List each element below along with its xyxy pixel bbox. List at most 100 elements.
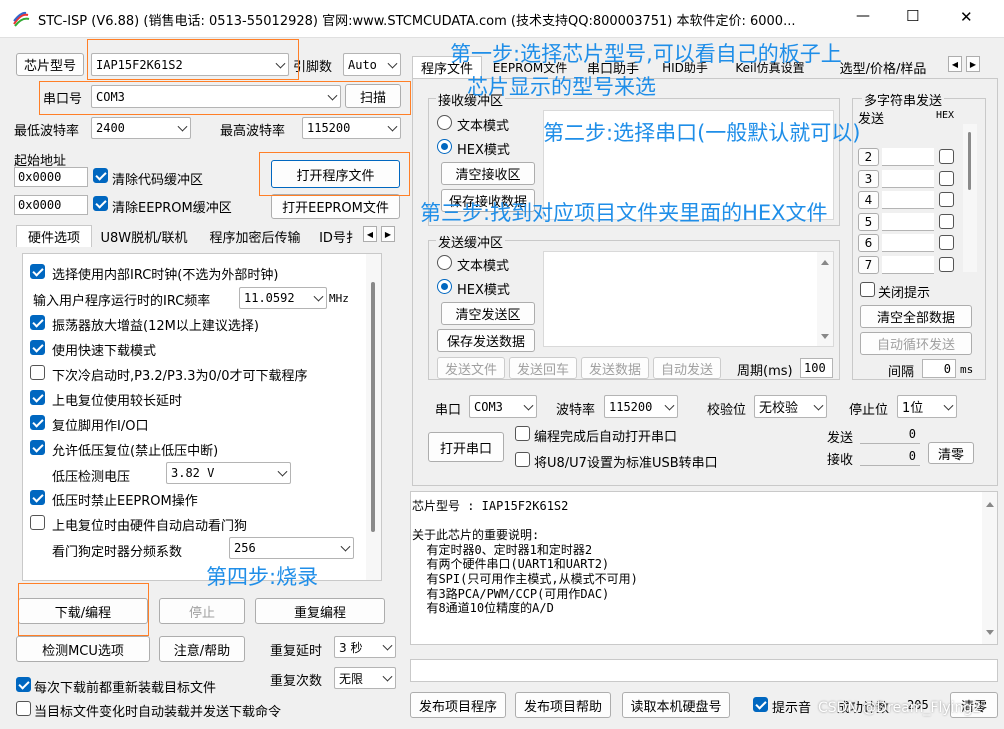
send-file-button[interactable]: 发送文件 [437, 357, 505, 379]
eeprom-address-input[interactable]: 0x0000 [14, 195, 88, 215]
recv-text-mode-label: 文本模式 [457, 119, 510, 134]
options-scrollbar[interactable] [366, 254, 381, 580]
recv-count-value: 0 [860, 447, 920, 466]
tip-sound-checkbox[interactable] [753, 697, 768, 712]
send-text-mode-radio[interactable] [437, 255, 452, 270]
multi-send-row-button[interactable]: 3 [858, 169, 879, 188]
tab-hardware-options[interactable]: 硬件选项 [16, 225, 92, 247]
serial-port-select[interactable]: COM3 [469, 395, 537, 418]
repeat-delay-label: 重复延时 [270, 644, 323, 659]
reset-io-checkbox[interactable] [30, 415, 45, 430]
repeat-count-select[interactable]: 无限 [334, 667, 396, 689]
recv-hex-mode-radio[interactable] [437, 139, 452, 154]
read-disk-id-button[interactable]: 读取本机硬盘号 [622, 692, 730, 718]
publish-help-button[interactable]: 发布项目帮助 [515, 692, 611, 718]
multi-send-hex-checkbox[interactable] [939, 192, 954, 207]
info-scrollbar[interactable] [982, 492, 997, 644]
maximize-button[interactable]: ☐ [906, 7, 919, 25]
minimize-button[interactable]: — [856, 8, 870, 24]
detect-mcu-button[interactable]: 检测MCU选项 [16, 636, 150, 662]
clear-receive-button[interactable]: 清空接收区 [441, 162, 535, 185]
chip-type-label-button[interactable]: 芯片型号 [16, 53, 84, 76]
code-address-input[interactable]: 0x0000 [14, 167, 88, 187]
clear-all-data-button[interactable]: 清空全部数据 [860, 305, 972, 328]
send-enter-button[interactable]: 发送回车 [509, 357, 577, 379]
auto-open-port-checkbox[interactable] [515, 426, 530, 441]
send-scrollbar[interactable] [817, 252, 833, 346]
amp-gain-checkbox[interactable] [30, 315, 45, 330]
max-baud-select[interactable]: 115200 [302, 117, 401, 139]
repeat-delay-select[interactable]: 3 秒 [334, 636, 396, 658]
tab-scroll-left-button[interactable]: ◀ [363, 226, 377, 242]
tab-id[interactable]: ID号扌 [318, 225, 360, 247]
multi-send-row-button[interactable]: 5 [858, 212, 879, 231]
parity-select[interactable]: 无校验 [754, 395, 827, 418]
scrollbar-thumb[interactable] [371, 282, 375, 532]
fast-download-checkbox[interactable] [30, 340, 45, 355]
multi-send-hex-checkbox[interactable] [939, 170, 954, 186]
clear-count-button[interactable]: 清零 [928, 442, 974, 464]
multi-send-row-input[interactable] [882, 148, 934, 166]
baud-rate-select[interactable]: 115200 [604, 395, 678, 418]
auto-reload-checkbox[interactable] [16, 701, 31, 716]
multi-send-hex-checkbox[interactable] [939, 149, 954, 164]
auto-send-button[interactable]: 自动发送 [653, 357, 721, 379]
tab-encrypt[interactable]: 程序加密后传输 [198, 225, 312, 247]
multi-send-hex-checkbox[interactable] [939, 213, 954, 229]
pins-select[interactable]: Auto [343, 53, 401, 76]
multi-send-row-button[interactable]: 2 [858, 148, 879, 166]
multi-send-row-input[interactable] [882, 234, 934, 252]
send-data-button[interactable]: 发送数据 [581, 357, 649, 379]
lv-eeprom-checkbox[interactable] [30, 490, 45, 505]
clear-send-button[interactable]: 清空发送区 [441, 302, 535, 325]
close-button[interactable]: ✕ [960, 8, 973, 26]
reload-each-checkbox[interactable] [16, 677, 31, 692]
open-serial-port-button[interactable]: 打开串口 [428, 432, 504, 462]
cold-start-checkbox[interactable] [30, 365, 45, 380]
multi-send-row-input[interactable] [882, 255, 934, 274]
tab-scroll-left-button[interactable]: ◀ [948, 56, 962, 72]
long-delay-checkbox[interactable] [30, 390, 45, 405]
interval-input[interactable]: 0 [922, 359, 956, 378]
low-voltage-select[interactable]: 3.82 V [166, 462, 291, 484]
multi-send-row-input[interactable] [882, 212, 934, 231]
tab-scroll-right-button[interactable]: ▶ [381, 226, 395, 242]
chevron-down-icon [943, 400, 954, 411]
irc-clock-checkbox[interactable] [30, 264, 45, 279]
auto-loop-send-button[interactable]: 自动循环发送 [860, 332, 972, 355]
open-eeprom-file-button[interactable]: 打开EEPROM文件 [271, 194, 400, 219]
clear-eeprom-checkbox[interactable] [93, 196, 108, 211]
usb-serial-checkbox[interactable] [515, 452, 530, 467]
clear-code-checkbox[interactable] [93, 168, 108, 183]
repeat-program-button[interactable]: 重复编程 [255, 598, 385, 624]
chevron-down-icon [177, 121, 188, 132]
save-send-button[interactable]: 保存发送数据 [437, 329, 535, 352]
tab-u8w[interactable]: U8W脱机/联机 [94, 225, 194, 247]
watchdog-checkbox[interactable] [30, 515, 45, 530]
tab-scroll-right-button[interactable]: ▶ [966, 56, 980, 72]
low-voltage-reset-checkbox[interactable] [30, 440, 45, 455]
watchdog-label: 上电复位时由硬件自动启动看门狗 [52, 519, 248, 534]
multi-send-hex-checkbox[interactable] [939, 235, 954, 250]
watchdog-div-select[interactable]: 256 [229, 537, 354, 559]
help-button[interactable]: 注意/帮助 [159, 636, 245, 662]
scrollbar-thumb[interactable] [968, 132, 971, 190]
send-hex-mode-radio[interactable] [437, 279, 452, 294]
multi-send-row-button[interactable]: 6 [858, 234, 879, 252]
multi-send-hex-checkbox[interactable] [939, 256, 954, 272]
recv-text-mode-radio[interactable] [437, 115, 452, 130]
multi-string-scrollbar[interactable] [963, 124, 977, 272]
send-textarea[interactable] [543, 251, 834, 347]
stop-button[interactable]: 停止 [159, 598, 245, 624]
publish-program-button[interactable]: 发布项目程序 [410, 692, 506, 718]
stop-bits-select[interactable]: 1位 [897, 395, 957, 418]
irc-clock-label: 选择使用内部IRC时钟(不选为外部时钟) [52, 268, 279, 283]
multi-send-row-button[interactable]: 7 [858, 255, 879, 274]
multi-send-row-button[interactable]: 4 [858, 191, 879, 209]
period-input[interactable]: 100 [800, 358, 833, 378]
close-tip-checkbox[interactable] [860, 282, 875, 297]
irc-freq-select[interactable]: 11.0592 [239, 287, 327, 309]
min-baud-select[interactable]: 2400 [91, 117, 191, 139]
multi-send-row-input[interactable] [882, 191, 934, 209]
multi-send-row-input[interactable] [882, 169, 934, 188]
